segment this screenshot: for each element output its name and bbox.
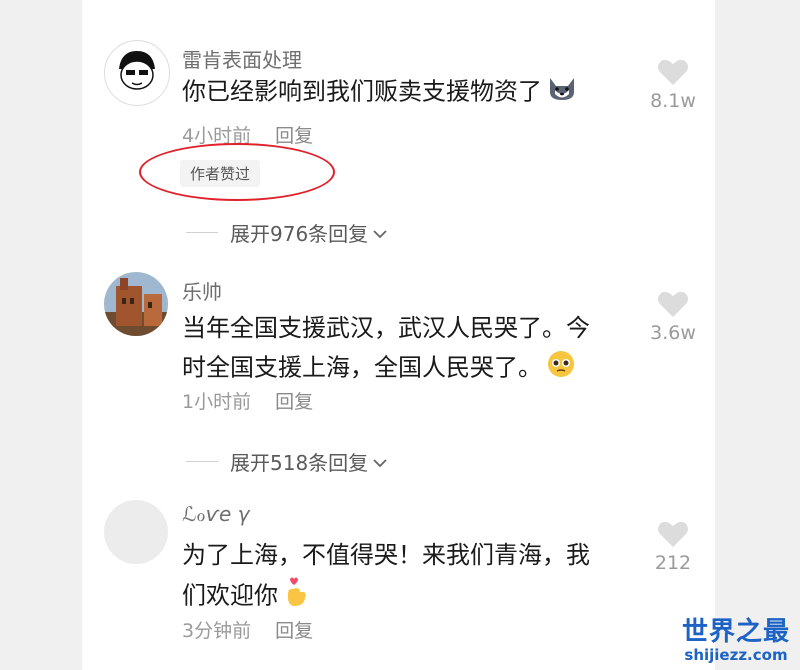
- comment-text-line: 为了上海，不值得哭！来我们青海，我: [182, 541, 590, 569]
- watermark-title: 世界之最: [681, 617, 790, 647]
- reply-button[interactable]: 回复: [275, 391, 313, 413]
- comment-text-line: 时全国支援上海，全国人民哭了。: [182, 349, 642, 388]
- reply-button[interactable]: 回复: [275, 620, 313, 642]
- heart-icon[interactable]: [637, 290, 709, 318]
- comment-text-line: 们欢迎你: [182, 576, 642, 617]
- like-count: 212: [654, 552, 692, 574]
- comment-text-line-2: 们欢迎你: [182, 581, 278, 610]
- comment-text: 当年全国支援武汉，武汉人民哭了。今 时全国支援上海，全国人民哭了。: [182, 311, 642, 388]
- comment-text-line-2: 时全国支援上海，全国人民哭了。: [182, 353, 542, 382]
- comment-text-line: 当年全国支援武汉，武汉人民哭了。今: [182, 314, 590, 342]
- expand-replies-button[interactable]: 展开976条回复: [186, 218, 388, 247]
- divider-line: [186, 461, 218, 462]
- like-area[interactable]: 3.6w: [637, 290, 709, 344]
- comment-meta: 3分钟前 回复: [182, 616, 313, 643]
- comment-text: 你已经影响到我们贩卖支援物资了: [182, 74, 642, 111]
- watermark-url: shijiezz.com: [684, 646, 788, 664]
- like-count: 3.6w: [650, 322, 696, 344]
- heart-icon[interactable]: [637, 520, 709, 548]
- comment-text: 为了上海，不值得哭！来我们青海，我 们欢迎你: [182, 538, 642, 617]
- cartoon-avatar-icon[interactable]: [104, 40, 170, 106]
- blank-avatar[interactable]: [104, 500, 168, 564]
- chevron-down-icon: [372, 221, 388, 245]
- comment-time: 3分钟前: [182, 620, 252, 642]
- highlight-ellipse: [139, 143, 335, 201]
- building-photo-avatar[interactable]: [104, 272, 168, 336]
- heart-icon[interactable]: [637, 58, 709, 86]
- comment-time: 1小时前: [182, 391, 252, 413]
- chevron-down-icon: [372, 450, 388, 474]
- comment-username[interactable]: ℒℴѵe γ: [182, 502, 249, 526]
- comment-username[interactable]: 雷肯表面处理: [182, 44, 302, 73]
- finger-heart-emoji: [282, 576, 310, 617]
- comment-username[interactable]: 乐帅: [182, 276, 222, 305]
- divider-line: [186, 232, 218, 233]
- comment-meta: 1小时前 回复: [182, 387, 313, 414]
- like-area[interactable]: 212: [637, 520, 709, 574]
- dog-emoji: [546, 74, 578, 111]
- comments-panel: 雷肯表面处理 你已经影响到我们贩卖支援物资了 4小时前 回复 作者赞过 展开976…: [82, 0, 715, 670]
- expand-replies-label: 展开976条回复: [230, 222, 369, 246]
- reply-button[interactable]: 回复: [275, 125, 313, 147]
- expand-replies-label: 展开518条回复: [230, 451, 369, 475]
- comment-text-line: 你已经影响到我们贩卖支援物资了: [182, 77, 542, 106]
- site-watermark: 世界之最 shijiezz.com: [682, 618, 790, 664]
- like-count: 8.1w: [650, 90, 696, 112]
- like-area[interactable]: 8.1w: [637, 58, 709, 112]
- expand-replies-button[interactable]: 展开518条回复: [186, 447, 388, 476]
- pleading-face-emoji: [546, 349, 576, 388]
